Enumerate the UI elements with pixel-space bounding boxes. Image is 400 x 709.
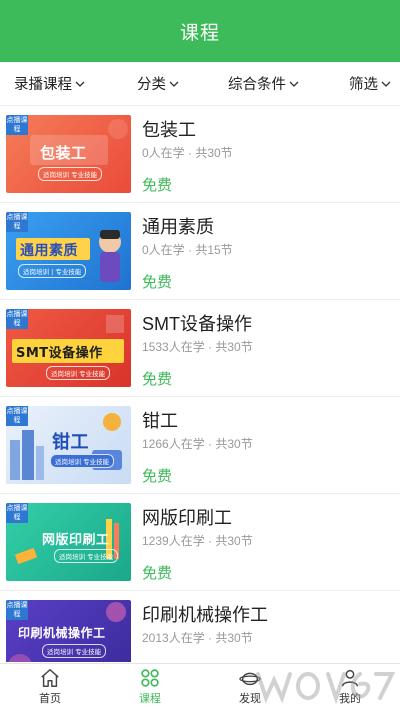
course-tag: 点播课程 — [6, 115, 28, 135]
tab-label: 首页 — [39, 693, 61, 705]
filter-screen[interactable]: 筛选 — [349, 73, 391, 94]
thumbnail-title: 通用素质 — [20, 243, 78, 259]
course-thumbnail[interactable]: 点播课程 通用素质 适岗培训 | 专业技能 — [6, 212, 131, 290]
chevron-down-icon — [75, 81, 85, 87]
course-meta: 2013人在学 · 共30节 — [142, 631, 253, 645]
course-item[interactable]: 点播课程 网版印刷工 适岗培训 专业技能 网版印刷工 1239人在学 · 共30… — [0, 494, 400, 591]
tab-label: 我的 — [339, 693, 361, 705]
course-price: 免费 — [142, 177, 173, 194]
profile-icon — [341, 669, 359, 687]
course-meta: 0人在学 · 共15节 — [142, 243, 233, 257]
chevron-down-icon — [169, 81, 179, 87]
course-title[interactable]: 包装工 — [142, 116, 196, 142]
course-meta: 1266人在学 · 共30节 — [142, 437, 253, 451]
chevron-down-icon — [381, 81, 391, 87]
course-thumbnail[interactable]: 点播课程 钳工 适岗培训 专业技能 — [6, 406, 131, 484]
course-meta: 1533人在学 · 共30节 — [142, 340, 253, 354]
thumbnail-title: SMT设备操作 — [16, 346, 103, 361]
filter-label: 综合条件 — [228, 77, 286, 93]
course-title[interactable]: SMT设备操作 — [142, 310, 252, 336]
bottom-tab-bar: 首页 课程 发现 我的 — [0, 663, 400, 709]
course-thumbnail[interactable]: 点播课程 网版印刷工 适岗培训 专业技能 — [6, 503, 131, 581]
course-meta: 0人在学 · 共30节 — [142, 146, 233, 160]
thumbnail-title: 钳工 — [52, 432, 89, 453]
thumbnail-title: 印刷机械操作工 — [18, 626, 106, 640]
filter-category[interactable]: 分类 — [137, 73, 179, 94]
tab-discover[interactable]: 发现 — [200, 664, 300, 709]
tab-home[interactable]: 首页 — [0, 664, 100, 709]
course-item[interactable]: 点播课程 包装工 适岗培训 专业技能 包装工 0人在学 · 共30节 免费 — [0, 106, 400, 203]
filter-label: 分类 — [137, 77, 166, 93]
thumbnail-subtitle: 适岗培训 | 专业技能 — [18, 264, 87, 278]
page-title: 课程 — [179, 22, 220, 44]
course-price: 免费 — [142, 274, 173, 291]
thumbnail-subtitle: 适岗培训 专业技能 — [54, 549, 119, 563]
thumbnail-title: 包装工 — [40, 144, 87, 162]
course-title[interactable]: 通用素质 — [142, 213, 214, 239]
thumbnail-subtitle: 适岗培训 专业技能 — [42, 644, 107, 658]
course-item[interactable]: 点播课程 钳工 适岗培训 专业技能 钳工 1266人在学 · 共30节 免费 — [0, 397, 400, 494]
course-title[interactable]: 网版印刷工 — [142, 504, 232, 530]
course-tag: 点播课程 — [6, 212, 28, 232]
chevron-down-icon — [289, 81, 299, 87]
tab-course[interactable]: 课程 — [100, 664, 200, 709]
thumbnail-subtitle: 适岗培训 专业技能 — [46, 366, 111, 380]
filter-course-type[interactable]: 录播课程 — [14, 73, 85, 94]
course-title[interactable]: 钳工 — [142, 407, 178, 433]
course-thumbnail[interactable]: 点播课程 印刷机械操作工 适岗培训 专业技能 — [6, 600, 131, 662]
course-item[interactable]: 点播课程 SMT设备操作 适岗培训 专业技能 SMT设备操作 1533人在学 ·… — [0, 300, 400, 397]
thumbnail-subtitle: 适岗培训 专业技能 — [38, 167, 103, 181]
discover-icon — [239, 672, 261, 686]
course-price: 免费 — [142, 371, 173, 388]
course-grid-icon — [141, 669, 159, 687]
course-thumbnail[interactable]: 点播课程 包装工 适岗培训 专业技能 — [6, 115, 131, 193]
course-tag: 点播课程 — [6, 600, 28, 620]
filter-overall[interactable]: 综合条件 — [228, 73, 299, 94]
tab-label: 课程 — [139, 693, 161, 705]
home-icon — [41, 669, 59, 687]
course-item[interactable]: 点播课程 通用素质 适岗培训 | 专业技能 通用素质 0人在学 · 共15节 免… — [0, 203, 400, 300]
thumbnail-title: 网版印刷工 — [42, 533, 110, 548]
filter-label: 录播课程 — [14, 77, 72, 93]
app-header: 课程 — [0, 0, 400, 62]
course-title[interactable]: 印刷机械操作工 — [142, 601, 268, 627]
course-thumbnail[interactable]: 点播课程 SMT设备操作 适岗培训 专业技能 — [6, 309, 131, 387]
course-tag: 点播课程 — [6, 503, 28, 523]
filter-bar: 录播课程 分类 综合条件 筛选 — [0, 62, 400, 106]
course-tag: 点播课程 — [6, 309, 28, 329]
course-meta: 1239人在学 · 共30节 — [142, 534, 253, 548]
course-price: 免费 — [142, 468, 173, 485]
course-tag: 点播课程 — [6, 406, 28, 426]
course-item[interactable]: 点播课程 印刷机械操作工 适岗培训 专业技能 印刷机械操作工 2013人在学 ·… — [0, 591, 400, 662]
course-list: 点播课程 包装工 适岗培训 专业技能 包装工 0人在学 · 共30节 免费 点播… — [0, 106, 400, 662]
tab-profile[interactable]: 我的 — [300, 664, 400, 709]
tab-label: 发现 — [239, 693, 261, 705]
course-price: 免费 — [142, 659, 172, 662]
filter-label: 筛选 — [349, 77, 378, 93]
thumbnail-subtitle: 适岗培训 专业技能 — [50, 454, 115, 468]
course-price: 免费 — [142, 565, 173, 582]
